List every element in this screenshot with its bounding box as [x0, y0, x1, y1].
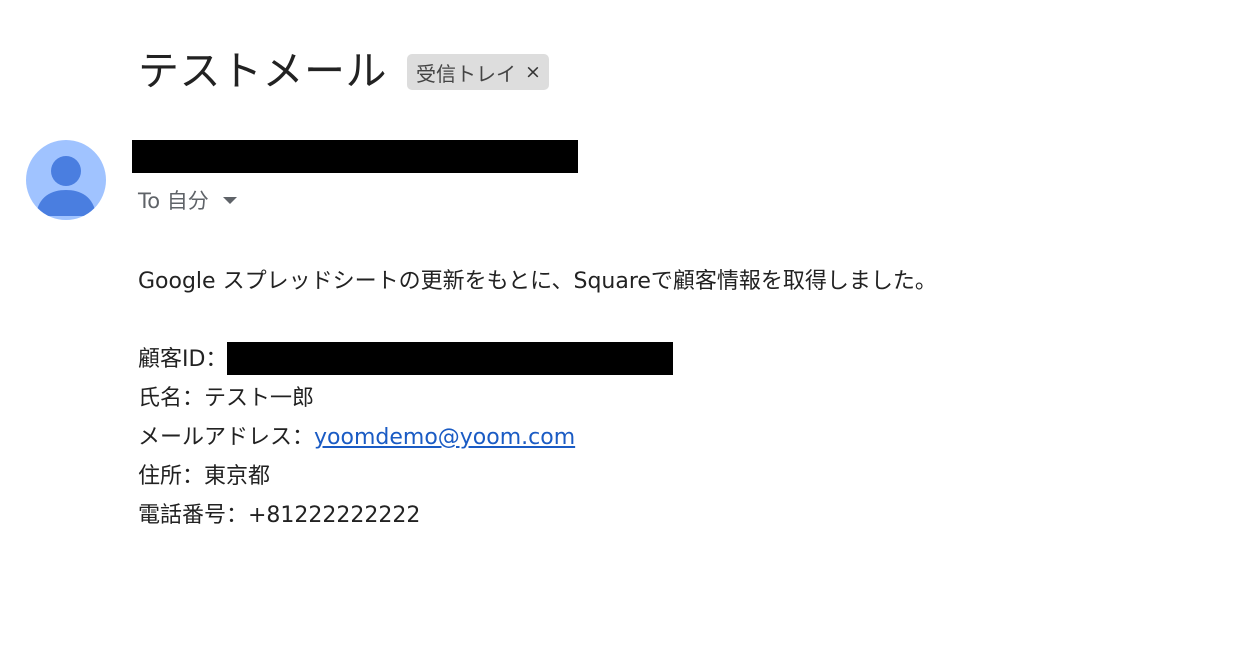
email-link[interactable]: yoomdemo@yoom.com	[314, 425, 575, 450]
customer-id-redacted	[227, 341, 674, 375]
close-icon[interactable]: ×	[525, 62, 541, 82]
phone-line: 電話番号：+81222222222	[138, 503, 421, 528]
person-avatar-icon[interactable]	[26, 140, 106, 220]
customer-id-line: 顧客ID：	[138, 340, 937, 379]
label-chip-inbox[interactable]: 受信トレイ ×	[407, 54, 549, 90]
recipient-details-toggle[interactable]: To 自分	[138, 185, 237, 215]
sender-redacted	[132, 140, 578, 173]
email-body: Google スプレッドシートの更新をもとに、Squareで顧客情報を取得しまし…	[138, 262, 937, 535]
name-line: 氏名：テスト一郎	[138, 386, 315, 411]
recipient-text: To 自分	[138, 189, 209, 213]
body-blank-line	[138, 301, 937, 340]
address-line: 住所：東京都	[138, 464, 271, 489]
email-label: メールアドレス：	[138, 425, 315, 450]
avatar-silhouette	[36, 156, 96, 216]
caret-down-icon[interactable]	[222, 196, 237, 204]
customer-id-label: 顧客ID：	[138, 347, 228, 372]
label-chip-text: 受信トレイ	[416, 61, 516, 86]
subject-row: テストメール 受信トレイ ×	[138, 42, 549, 100]
body-intro: Google スプレッドシートの更新をもとに、Squareで顧客情報を取得しまし…	[138, 269, 937, 294]
email-line: メールアドレス：yoomdemo@yoom.com	[138, 418, 937, 457]
email-subject: テストメール	[138, 47, 387, 95]
